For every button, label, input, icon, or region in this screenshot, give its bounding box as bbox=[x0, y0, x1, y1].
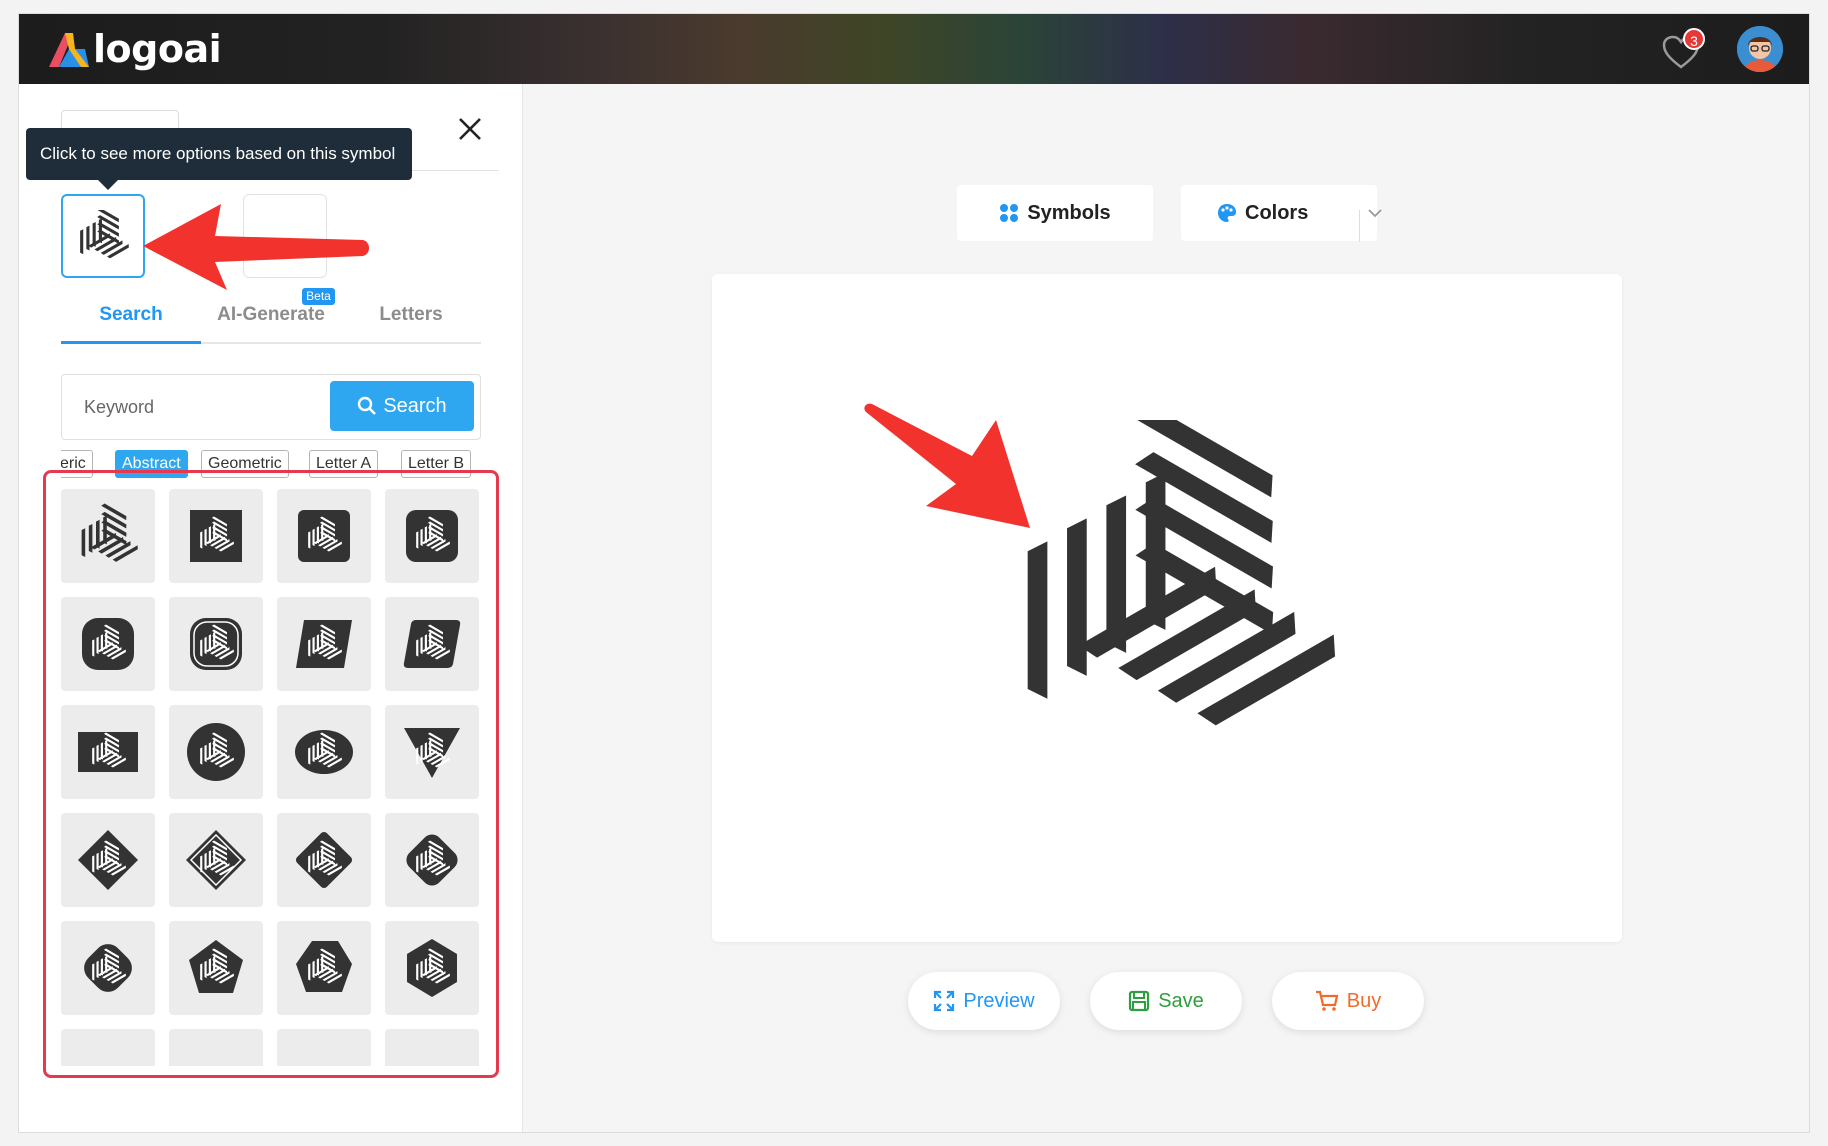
preview-button[interactable]: Preview bbox=[908, 972, 1060, 1030]
annotation-arrow-icon bbox=[864, 403, 1030, 528]
preview-label: Preview bbox=[963, 989, 1035, 1012]
colors-button[interactable]: Colors bbox=[1181, 185, 1377, 241]
symbol-tooltip: Click to see more options based on this … bbox=[26, 128, 412, 190]
user-avatar-icon bbox=[1737, 26, 1783, 72]
logo-text: logoai bbox=[93, 27, 222, 71]
keyword-search: Search bbox=[61, 374, 481, 440]
symbols-label: Symbols bbox=[1027, 201, 1111, 224]
symbols-icon bbox=[1000, 204, 1019, 222]
search-button[interactable]: Search bbox=[330, 381, 474, 431]
top-bar: logoai 3 bbox=[19, 14, 1809, 84]
save-button[interactable]: Save bbox=[1090, 972, 1242, 1030]
logo-canvas[interactable] bbox=[712, 274, 1622, 942]
colors-dropdown-toggle[interactable] bbox=[1359, 185, 1391, 241]
tab-ai-generate[interactable]: AI-Generate Beta bbox=[201, 288, 341, 344]
close-sidebar-button[interactable] bbox=[453, 112, 487, 146]
tab-search[interactable]: Search bbox=[61, 294, 201, 344]
selected-symbol-icon bbox=[80, 210, 129, 259]
highlight-frame bbox=[43, 470, 499, 1078]
save-label: Save bbox=[1158, 989, 1204, 1012]
selected-symbol-slot[interactable] bbox=[61, 194, 145, 278]
keyword-input[interactable] bbox=[64, 377, 324, 437]
search-icon bbox=[358, 396, 377, 415]
sidebar-tabs: Search AI-Generate Beta Letters bbox=[61, 288, 481, 344]
search-button-label: Search bbox=[383, 394, 447, 417]
symbols-button[interactable]: Symbols bbox=[957, 185, 1153, 241]
expand-icon bbox=[934, 990, 955, 1012]
cart-icon bbox=[1315, 990, 1339, 1011]
beta-badge: Beta bbox=[302, 288, 335, 305]
favorites-button[interactable]: 3 bbox=[1661, 28, 1705, 70]
palette-icon bbox=[1218, 204, 1236, 222]
logo-mark-icon bbox=[49, 33, 89, 67]
logo[interactable]: logoai bbox=[45, 24, 222, 74]
app-window: logoai 3 Click to see more options based… bbox=[18, 13, 1810, 1133]
save-icon bbox=[1129, 990, 1150, 1012]
chevron-down-icon bbox=[1368, 209, 1382, 218]
favorites-count-badge: 3 bbox=[1683, 28, 1705, 50]
active-tab-indicator bbox=[61, 341, 201, 344]
colors-label: Colors bbox=[1245, 201, 1309, 224]
avatar[interactable] bbox=[1737, 26, 1783, 72]
hexagon-stripes-symbol-icon bbox=[1027, 420, 1336, 726]
buy-button[interactable]: Buy bbox=[1272, 972, 1424, 1030]
close-icon bbox=[459, 118, 481, 140]
symbol-sidebar: Click to see more options based on this … bbox=[19, 84, 523, 1132]
tab-letters[interactable]: Letters bbox=[341, 294, 481, 344]
buy-label: Buy bbox=[1346, 989, 1382, 1012]
annotation-arrow-icon bbox=[143, 204, 369, 290]
